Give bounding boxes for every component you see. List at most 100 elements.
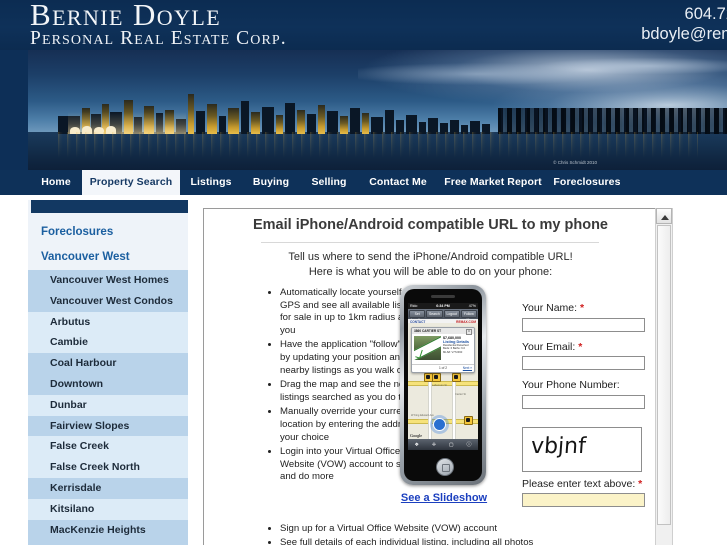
email-input[interactable] bbox=[522, 356, 645, 370]
title-divider bbox=[261, 242, 599, 243]
phone-button-search[interactable]: Search bbox=[426, 310, 443, 318]
map-listing-callout[interactable]: 3860 CARTIER ST × $7,680,000 Listing Det… bbox=[411, 327, 475, 373]
nav-item-buying[interactable]: Buying bbox=[242, 170, 300, 195]
sidebar-item-arbutus[interactable]: Arbutus bbox=[28, 311, 188, 333]
plus-icon[interactable]: ✛ bbox=[432, 442, 436, 448]
sidebar-item-vancouver-west-homes[interactable]: Vancouver West Homes bbox=[28, 270, 188, 291]
sidebar-item-kerrisdale[interactable]: Kerrisdale bbox=[28, 477, 188, 499]
callout-next-link[interactable]: Next » bbox=[463, 365, 472, 372]
site-logo[interactable]: Bernie Doyle Personal Real Estate Corp. bbox=[30, 0, 287, 49]
callout-pager: 1 of 2 Next » bbox=[412, 364, 474, 372]
email-field-label: Your Email: * bbox=[522, 341, 652, 353]
phone-button-follow-me[interactable]: Follow Me bbox=[460, 310, 477, 322]
callout-mls-number: MLS#: V772460 bbox=[443, 350, 463, 354]
info-icon[interactable]: ⓘ bbox=[467, 441, 472, 448]
sidebar-header-bar bbox=[31, 200, 188, 213]
required-marker: * bbox=[579, 302, 585, 314]
phone-bezel: Rido 6:34 PM 47% Set Location Search Log… bbox=[404, 289, 482, 481]
skyline-banner-image: © Chris Schmidt 2010 bbox=[28, 50, 727, 170]
callout-property-photo bbox=[414, 336, 441, 360]
nav-item-contact-me[interactable]: Contact Me bbox=[358, 170, 438, 195]
name-field-label: Your Name: * bbox=[522, 302, 652, 314]
phone-field-label: Your Phone Number: bbox=[522, 379, 620, 391]
sidebar-heading-foreclosures[interactable]: Foreclosures bbox=[28, 220, 188, 245]
name-label-text: Your Name: bbox=[522, 302, 578, 314]
phone-screen: Rido 6:34 PM 47% Set Location Search Log… bbox=[408, 303, 478, 450]
site-header: Bernie Doyle Personal Real Estate Corp. … bbox=[0, 0, 727, 50]
content-panel: Email iPhone/Android compatible URL to m… bbox=[203, 208, 658, 545]
nav-item-selling[interactable]: Selling bbox=[300, 170, 358, 195]
map-street-label-2: Cartier St bbox=[455, 393, 466, 396]
banner-photo-credit: © Chris Schmidt 2010 bbox=[553, 160, 597, 165]
pages-icon[interactable]: ▢ bbox=[449, 442, 454, 448]
sidebar-item-mackenzie-heights[interactable]: MacKenzie Heights bbox=[28, 519, 188, 541]
sold-banner bbox=[414, 336, 441, 360]
bookmark-icon[interactable]: ❖ bbox=[414, 442, 418, 448]
see-a-slideshow-link[interactable]: See a Slideshow bbox=[384, 492, 504, 504]
sidebar-item-dunbar[interactable]: Dunbar bbox=[28, 394, 188, 416]
main-navigation: Home Property Search Listings Buying Sel… bbox=[0, 170, 727, 195]
nav-item-free-market-report[interactable]: Free Market Report bbox=[438, 170, 548, 195]
list-item: See full details of each individual list… bbox=[280, 536, 610, 545]
map-current-location-marker bbox=[433, 418, 446, 431]
scrollbar-thumb[interactable] bbox=[657, 225, 671, 525]
map-pin-listing[interactable] bbox=[452, 373, 461, 382]
scroll-up-arrow-icon[interactable] bbox=[656, 208, 672, 224]
phone-button-set-location[interactable]: Set Location bbox=[409, 310, 426, 322]
logo-secondary-text: Personal Real Estate Corp. bbox=[30, 28, 287, 49]
content-scrollbar[interactable] bbox=[655, 208, 673, 545]
phone-speaker-grille bbox=[431, 295, 455, 298]
page-title: Email iPhone/Android compatible URL to m… bbox=[252, 217, 608, 233]
map-street-label-3: W King Edward Ave bbox=[411, 414, 434, 417]
callout-details: $7,680,000 Listing Details Residential D… bbox=[443, 336, 472, 354]
sidebar-item-false-creek-north[interactable]: False Creek North bbox=[28, 457, 188, 478]
phone-home-button[interactable] bbox=[436, 458, 454, 476]
phone-app-toolbar: Set Location Search Logout Follow Me bbox=[408, 309, 478, 322]
sidebar-item-coal-harbour[interactable]: Coal Harbour bbox=[28, 353, 188, 374]
iphone-mockup-image: Rido 6:34 PM 47% Set Location Search Log… bbox=[400, 285, 486, 485]
page-body: Foreclosures Vancouver West Vancouver We… bbox=[0, 195, 727, 545]
sidebar-item-cambie[interactable]: Cambie bbox=[28, 332, 188, 354]
map-pin-listing[interactable] bbox=[464, 416, 473, 425]
captcha-input[interactable] bbox=[522, 493, 645, 507]
map-street-label-1: Laburnum St bbox=[432, 384, 447, 387]
sidebar-item-false-creek[interactable]: False Creek bbox=[28, 436, 188, 458]
captcha-image: vbjnf bbox=[522, 426, 642, 472]
captcha-challenge-text: vbjnf bbox=[530, 433, 587, 459]
sidebar-list: Foreclosures Vancouver West Vancouver We… bbox=[28, 213, 188, 545]
header-phone-number[interactable]: 604.72 bbox=[641, 5, 727, 24]
header-email-address[interactable]: bdoyle@rem bbox=[641, 24, 727, 44]
nav-item-foreclosures[interactable]: Foreclosures bbox=[548, 170, 626, 195]
nav-item-property-search[interactable]: Property Search bbox=[82, 170, 180, 195]
sidebar-item-marpole[interactable]: Marpole bbox=[28, 540, 188, 545]
phone-input[interactable] bbox=[522, 394, 645, 409]
captcha-label-text: Please enter text above: bbox=[522, 477, 636, 490]
callout-page-indicator: 1 of 2 bbox=[439, 366, 447, 370]
callout-address-text: 3860 CARTIER ST bbox=[414, 329, 442, 333]
phone-carrier-label: Rido bbox=[410, 304, 418, 308]
sidebar-item-kitsilano[interactable]: Kitsilano bbox=[28, 498, 188, 520]
banner-treeline bbox=[498, 108, 727, 134]
sidebar-item-vancouver-west-condos[interactable]: Vancouver West Condos bbox=[28, 290, 188, 312]
sidebar-item-downtown[interactable]: Downtown bbox=[28, 373, 188, 395]
logo-primary-text: Bernie Doyle bbox=[30, 0, 222, 32]
required-marker: * bbox=[638, 477, 643, 490]
sidebar-heading-vancouver-west[interactable]: Vancouver West bbox=[28, 245, 188, 270]
sidebar-item-fairview-slopes[interactable]: Fairview Slopes bbox=[28, 415, 188, 437]
nav-item-listings[interactable]: Listings bbox=[180, 170, 242, 195]
phone-map-view[interactable]: Laburnum St Cartier St W King Edward Ave bbox=[408, 323, 478, 450]
sidebar: Foreclosures Vancouver West Vancouver We… bbox=[28, 200, 188, 545]
map-attribution: Google bbox=[410, 433, 422, 438]
phone-clock: 6:34 PM bbox=[436, 304, 450, 308]
intro-line-2: Here is what you will be able to do on y… bbox=[308, 266, 553, 278]
phone-button-logout[interactable]: Logout bbox=[443, 310, 460, 318]
feature-bullet-list-wide: Sign up for a Virtual Office Website (VO… bbox=[266, 522, 610, 545]
nav-item-home[interactable]: Home bbox=[30, 170, 82, 195]
required-marker: * bbox=[578, 340, 583, 353]
close-icon[interactable]: × bbox=[466, 329, 472, 335]
captcha-field-label: Please enter text above: * bbox=[522, 478, 652, 490]
map-pin-listing[interactable] bbox=[432, 373, 441, 382]
name-input[interactable] bbox=[522, 317, 645, 332]
header-contact-info: 604.72 bdoyle@rem bbox=[641, 5, 727, 44]
banner-canada-place-glow bbox=[68, 112, 186, 134]
